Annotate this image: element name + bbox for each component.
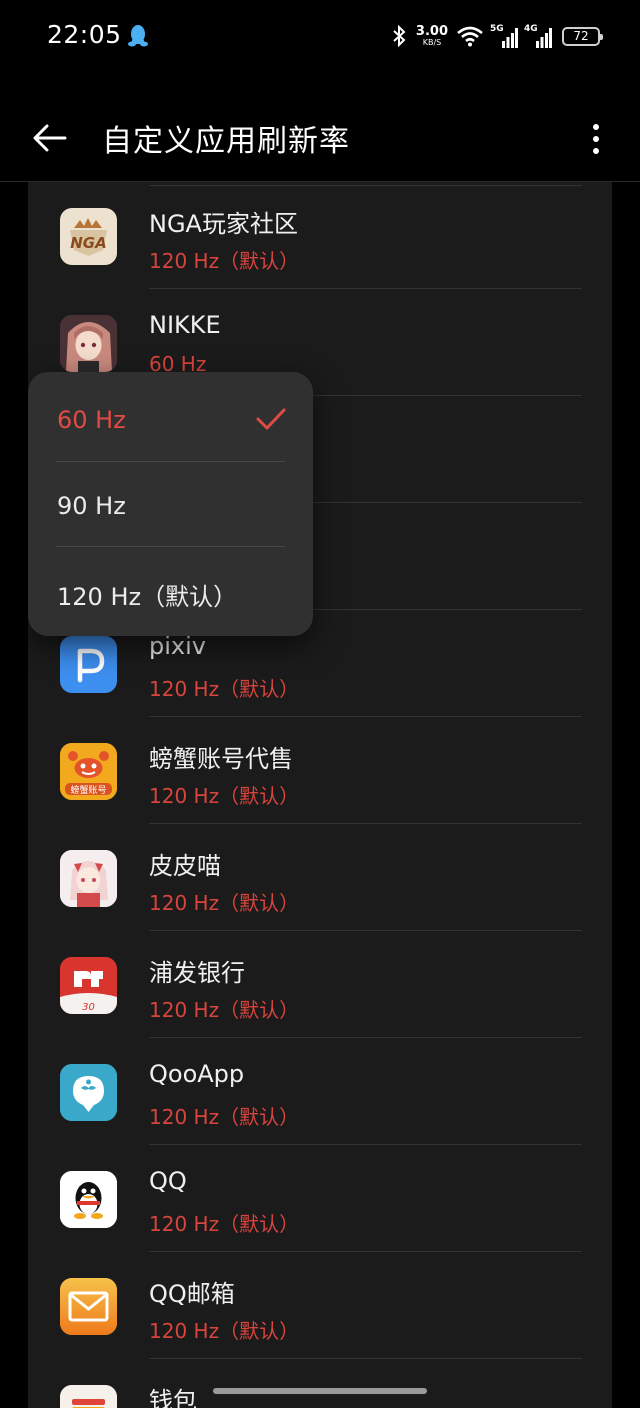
- battery-level: 72: [573, 29, 589, 43]
- app-name: NIKKE: [149, 311, 221, 339]
- list-item-wallet[interactable]: 钱包: [28, 1359, 612, 1408]
- bluetooth-icon: [393, 24, 406, 48]
- app-refresh-rate: 120 Hz（默认）: [149, 1212, 300, 1236]
- app-refresh-rate: 120 Hz（默认）: [149, 1319, 300, 1343]
- network-speed: 3.00 KB/S: [416, 25, 448, 47]
- spdb-logo-icon: 30: [60, 957, 117, 1014]
- check-icon: [256, 408, 286, 430]
- back-button[interactable]: [24, 112, 76, 164]
- spdb-app-icon: 30: [60, 957, 117, 1014]
- list-item-qooapp[interactable]: QooApp 120 Hz（默认）: [28, 1038, 612, 1145]
- refresh-rate-popup: 60 Hz 90 Hz 120 Hz（默认）: [28, 372, 313, 636]
- app-refresh-rate: 120 Hz（默认）: [149, 998, 300, 1022]
- app-name: QQ邮箱: [149, 1280, 235, 1308]
- nga-icon-text: NGA: [70, 234, 106, 252]
- network-speed-value: 3.00: [415, 24, 448, 39]
- crab-icon: 螃蟹账号: [60, 743, 117, 800]
- wallet-icon: [60, 1385, 117, 1408]
- qq-penguin-icon: [60, 1171, 117, 1228]
- app-name: 浦发银行: [149, 959, 245, 987]
- network-speed-unit: KB/S: [422, 38, 442, 47]
- arrow-left-icon: [33, 124, 67, 152]
- list-item-nga[interactable]: NGA NGA玩家社区 120 Hz（默认）: [28, 182, 612, 289]
- app-name: 螃蟹账号代售: [149, 745, 293, 773]
- anime-character-icon: [60, 850, 117, 907]
- app-refresh-rate: 120 Hz（默认）: [149, 677, 300, 701]
- qq-notification-icon: [128, 25, 148, 47]
- app-name: QooApp: [149, 1060, 245, 1088]
- more-dot-icon: [593, 136, 599, 142]
- wallet-app-icon: [60, 1385, 117, 1408]
- list-item-spdb[interactable]: 30 浦发银行 120 Hz（默认）: [28, 931, 612, 1038]
- more-dot-icon: [593, 148, 599, 154]
- more-options-button[interactable]: [578, 116, 614, 162]
- qooapp-app-icon: [60, 1064, 117, 1121]
- option-120hz-default[interactable]: 120 Hz（默认）: [28, 547, 313, 633]
- cellular-signal-5g: 5G: [490, 24, 518, 48]
- pangxie-icon-text: 螃蟹账号: [70, 784, 106, 796]
- qqmail-app-icon: [60, 1278, 117, 1335]
- more-dot-icon: [593, 124, 599, 130]
- page-title: 自定义应用刷新率: [102, 124, 350, 159]
- list-item-qqmail[interactable]: QQ邮箱 120 Hz（默认）: [28, 1252, 612, 1359]
- app-refresh-rate: 120 Hz（默认）: [149, 784, 300, 808]
- app-name: QQ: [149, 1167, 187, 1195]
- pipimiao-app-icon: [60, 850, 117, 907]
- nga-logo-icon: NGA: [70, 218, 107, 256]
- status-icons: 3.00 KB/S 5G 4G 72: [388, 22, 603, 50]
- app-name: 钱包: [149, 1387, 197, 1408]
- app-name: NGA玩家社区: [149, 210, 298, 238]
- app-name: 皮皮喵: [149, 852, 221, 880]
- list-item-pangxie[interactable]: 螃蟹账号 螃蟹账号代售 120 Hz（默认）: [28, 717, 612, 824]
- app-refresh-rate: 120 Hz（默认）: [149, 891, 300, 915]
- signal-bars-icon: [536, 28, 552, 48]
- clock: 22:05: [47, 20, 122, 49]
- app-refresh-rate: 120 Hz（默认）: [149, 249, 300, 273]
- cellular-signal-4g: 4G: [524, 24, 552, 48]
- app-name: pixiv: [149, 632, 206, 660]
- option-label: 90 Hz: [57, 492, 126, 520]
- nikke-character-icon: [60, 315, 117, 372]
- pixiv-app-icon: [60, 636, 117, 693]
- battery-icon: 72: [562, 26, 603, 46]
- app-refresh-rate: 120 Hz（默认）: [149, 1105, 300, 1129]
- status-bar: 22:05 3.00 KB/S 5G 4G 72: [0, 0, 640, 72]
- nga-app-icon: NGA: [60, 208, 117, 265]
- pangxie-app-icon: 螃蟹账号: [60, 743, 117, 800]
- app-list: NGA NGA玩家社区 120 Hz（默认） NIKKE 60 Hz pixiv…: [28, 182, 612, 1408]
- screen: 22:05 3.00 KB/S 5G 4G 72 自定义应用刷新率 NGA NG…: [0, 0, 640, 1408]
- spdb-icon-text: 30: [82, 1002, 95, 1013]
- pixiv-logo-icon: [77, 648, 105, 683]
- option-label: 120 Hz（默认）: [57, 583, 238, 611]
- option-60hz[interactable]: 60 Hz: [28, 376, 313, 462]
- signal-bars-icon: [502, 28, 518, 48]
- option-label: 60 Hz: [57, 406, 126, 434]
- qq-app-icon: [60, 1171, 117, 1228]
- list-item-pipimiao[interactable]: 皮皮喵 120 Hz（默认）: [28, 824, 612, 931]
- wifi-icon: [457, 26, 483, 47]
- list-item-qq[interactable]: QQ 120 Hz（默认）: [28, 1145, 612, 1252]
- nikke-app-icon: [60, 315, 117, 372]
- option-90hz[interactable]: 90 Hz: [28, 462, 313, 548]
- mail-envelope-icon: [60, 1278, 117, 1335]
- home-indicator[interactable]: [213, 1388, 427, 1394]
- qooapp-logo-icon: [60, 1064, 117, 1121]
- app-bar: 自定义应用刷新率: [0, 92, 640, 182]
